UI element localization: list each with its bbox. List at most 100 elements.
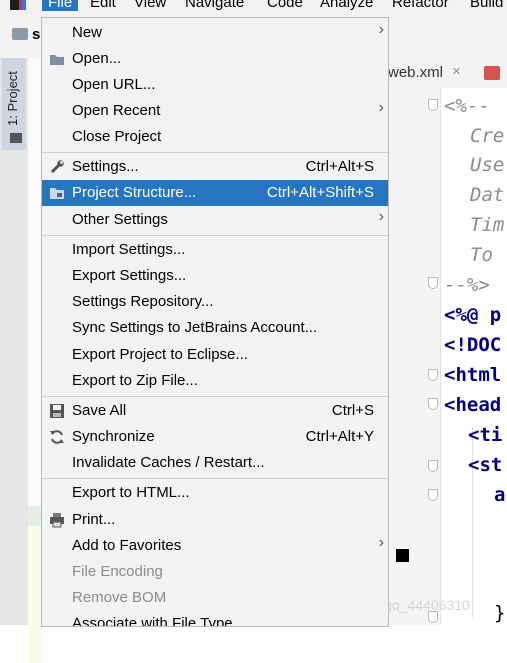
- menu-item-other-settings[interactable]: Other Settings ›: [42, 207, 388, 233]
- code-line: Use: [470, 154, 505, 176]
- menu-item-label: Associate with File Type...: [72, 615, 246, 627]
- editor-gutter: [388, 88, 441, 625]
- menu-item-save-all[interactable]: Save All Ctrl+S: [42, 398, 388, 424]
- menu-item-label: Close Project: [72, 128, 162, 145]
- menu-item-new[interactable]: New ›: [42, 20, 388, 46]
- printer-icon: [49, 512, 65, 528]
- menu-item-invalidate-caches[interactable]: Invalidate Caches / Restart...: [42, 450, 388, 476]
- menu-item-close-project[interactable]: Close Project: [42, 124, 388, 150]
- menu-item-label: Open...: [72, 50, 122, 67]
- save-icon: [49, 403, 65, 419]
- nav-project-label[interactable]: s: [32, 26, 40, 43]
- left-tool-strip: 1: Project: [0, 58, 29, 625]
- menu-item-shortcut: Ctrl+S: [331, 402, 374, 419]
- chevron-right-icon: ›: [378, 99, 384, 116]
- menu-item-export-settings[interactable]: Export Settings...: [42, 263, 388, 289]
- menu-view[interactable]: View: [134, 0, 166, 11]
- menu-edit[interactable]: Edit: [90, 0, 116, 11]
- code-line: <%--: [444, 95, 490, 117]
- tab-web-xml[interactable]: web.xml: [388, 64, 443, 81]
- code-line: <head: [444, 394, 502, 416]
- project-structure-icon: [49, 185, 65, 201]
- fold-icon[interactable]: [428, 99, 438, 111]
- project-panel-highlight-yellow: [28, 528, 42, 663]
- chevron-right-icon: ›: [378, 534, 384, 551]
- menu-separator: [42, 235, 388, 236]
- menu-item-label: Settings Repository...: [72, 293, 214, 310]
- code-line: Cre: [470, 125, 505, 147]
- menu-item-label: Project Structure...: [72, 184, 197, 201]
- menu-item-file-encoding[interactable]: File Encoding: [42, 559, 388, 585]
- menu-item-open-recent[interactable]: Open Recent ›: [42, 98, 388, 124]
- menu-item-sync-settings[interactable]: Sync Settings to JetBrains Account...: [42, 315, 388, 341]
- jsp-file-icon[interactable]: [484, 66, 500, 80]
- fold-icon[interactable]: [428, 489, 438, 501]
- menu-item-label: Print...: [72, 511, 116, 528]
- code-line: <%@ p: [444, 304, 502, 326]
- menu-item-export-zip[interactable]: Export to Zip File...: [42, 368, 388, 394]
- menu-item-label: Add to Favorites: [72, 537, 182, 554]
- sync-icon: [49, 429, 65, 445]
- menu-item-remove-bom[interactable]: Remove BOM: [42, 585, 388, 611]
- menu-item-label: Settings...: [72, 158, 139, 175]
- chevron-right-icon: ›: [378, 208, 384, 225]
- editor-tabs: web.xml ×: [388, 58, 507, 89]
- menu-item-shortcut: Ctrl+Alt+S: [305, 158, 374, 175]
- menu-build[interactable]: Build: [470, 0, 503, 11]
- menu-item-export-eclipse[interactable]: Export Project to Eclipse...: [42, 342, 388, 368]
- menu-item-print[interactable]: Print...: [42, 507, 388, 533]
- menu-item-label: Export Project to Eclipse...: [72, 346, 248, 363]
- menu-refactor[interactable]: Refactor: [392, 0, 449, 11]
- code-line: }: [494, 602, 506, 624]
- menu-item-label: Sync Settings to JetBrains Account...: [72, 319, 318, 336]
- menu-analyze[interactable]: Analyze: [320, 0, 373, 11]
- code-editor[interactable]: <%-- Cre Use Dat Tim To --%> <%@ p <!DOC…: [388, 88, 507, 625]
- project-folder-icon: [10, 133, 22, 143]
- menu-separator: [42, 152, 388, 153]
- fold-icon[interactable]: [428, 398, 438, 410]
- menu-item-project-structure[interactable]: Project Structure... Ctrl+Alt+Shift+S: [42, 180, 388, 206]
- menu-item-label: Open Recent: [72, 102, 161, 119]
- code-line: <!DOC: [444, 334, 502, 356]
- open-folder-icon: [49, 51, 65, 67]
- fold-icon[interactable]: [428, 277, 438, 289]
- menu-file[interactable]: File: [42, 0, 79, 11]
- menu-item-synchronize[interactable]: Synchronize Ctrl+Alt+Y: [42, 424, 388, 450]
- fold-icon[interactable]: [428, 460, 438, 472]
- code-line: a: [494, 484, 506, 506]
- menu-item-open-url[interactable]: Open URL...: [42, 72, 388, 98]
- code-line: <html: [444, 364, 502, 386]
- code-line: --%>: [444, 274, 490, 296]
- menu-item-label: Export to Zip File...: [72, 372, 198, 389]
- menu-item-import-settings[interactable]: Import Settings...: [42, 237, 388, 263]
- menu-item-label: Other Settings: [72, 211, 168, 228]
- code-line: To: [470, 244, 493, 266]
- intellij-app-icon: [10, 0, 26, 10]
- project-panel-highlight: [28, 506, 42, 526]
- project-tool-tab[interactable]: 1: Project: [2, 58, 26, 150]
- project-tool-tab-label: 1: Project: [5, 71, 20, 126]
- menu-item-settings-repository[interactable]: Settings Repository...: [42, 289, 388, 315]
- menu-item-open[interactable]: Open...: [42, 46, 388, 72]
- fold-icon[interactable]: [428, 369, 438, 381]
- menu-item-settings[interactable]: Settings... Ctrl+Alt+S: [42, 154, 388, 180]
- code-line: <ti: [468, 424, 503, 446]
- close-icon[interactable]: ×: [452, 63, 461, 80]
- menu-item-add-favorites[interactable]: Add to Favorites ›: [42, 533, 388, 559]
- menu-code[interactable]: Code: [267, 0, 303, 11]
- menu-item-label: Remove BOM: [72, 589, 167, 606]
- menu-item-export-html[interactable]: Export to HTML...: [42, 480, 388, 506]
- code-line: Tim: [470, 214, 505, 236]
- menu-item-shortcut: Ctrl+Alt+Shift+S: [266, 184, 374, 201]
- menu-item-label: Export to HTML...: [72, 484, 190, 501]
- code-line: <st: [468, 454, 503, 476]
- wrench-icon: [49, 159, 65, 175]
- menu-item-label: File Encoding: [72, 563, 163, 580]
- file-menu-dropdown: New › Open... Open URL... Open Recent › …: [41, 17, 389, 627]
- menu-item-label: Save All: [72, 402, 127, 419]
- menu-separator: [42, 396, 388, 397]
- menu-bar: File Edit View Navigate Code Analyze Ref…: [0, 0, 507, 14]
- menu-item-label: Import Settings...: [72, 241, 186, 258]
- menu-navigate[interactable]: Navigate: [185, 0, 244, 11]
- menu-item-label: Open URL...: [72, 76, 156, 93]
